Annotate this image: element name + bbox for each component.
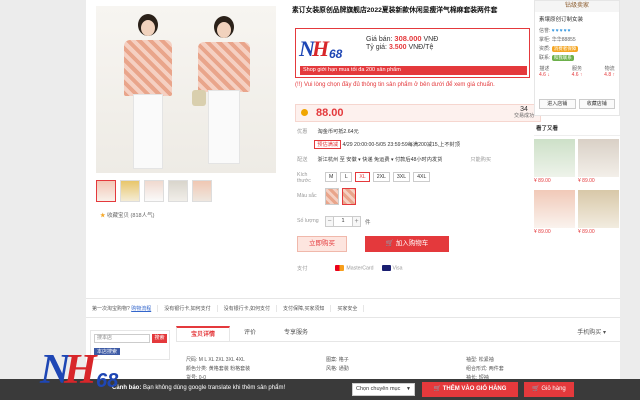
color-label: Màu sắc: [297, 193, 317, 199]
also-viewed-title: 看了又看: [534, 124, 620, 136]
also-viewed-item[interactable]: ¥ 89.00: [578, 139, 619, 187]
store-scores: 描述 4.6 ↓ 服务 4.6 ↑ 物流 4.8 ↑: [539, 66, 615, 78]
quantity-unit: 件: [365, 219, 371, 226]
thumbnail[interactable]: [168, 180, 188, 202]
size-options: M L XL 2XL 3XL 4XL: [325, 172, 431, 182]
help-link[interactable]: 买家安全: [331, 304, 365, 312]
visa-icon: Visa: [381, 265, 403, 272]
help-link[interactable]: 没有银行卡,如何支付: [218, 304, 277, 312]
color-swatch[interactable]: [325, 188, 339, 205]
price-promo-box: N H 68 Giá bán: 308.000 VNĐ Tỷ giá: 3.500 …: [295, 28, 530, 78]
shipping-row: 配送 浙江杭州 至 安徽 ▾ 快递 免运费 ▾ 付款后48小时内发货 只能购买: [297, 157, 492, 163]
buy-now-button[interactable]: 立即购买: [297, 236, 347, 252]
thumbnail[interactable]: [96, 180, 116, 202]
favorite-label: 收藏宝贝 (818人气): [107, 213, 155, 219]
also-viewed: 看了又看 ¥ 89.00 ¥ 89.00 ¥ 89.00 ¥ 89.00: [534, 124, 620, 238]
color-options: [325, 188, 356, 205]
store-panel: 钻级卖家 素壤原创订制女装 信誉: ♥♥♥♥♥ 掌柜: 华华88855 资质: …: [534, 0, 620, 116]
sold-count: 34 交易成功: [513, 106, 534, 119]
discount-row: 优惠 淘金币可抵2.64元: [297, 129, 359, 135]
size-option[interactable]: M: [325, 172, 338, 182]
size-option[interactable]: 2XL: [372, 172, 390, 182]
store-contact[interactable]: 联系: 和我联系: [535, 53, 619, 62]
store-search-input[interactable]: 搜本店: [94, 334, 150, 343]
warning-message: Cảnh báo: Bạn không dùng google translat…: [112, 385, 286, 391]
size-option-selected[interactable]: XL: [355, 172, 370, 182]
favorite-link[interactable]: ★ 收藏宝贝 (818人气): [100, 211, 154, 219]
store-credit: 信誉: ♥♥♥♥♥: [539, 28, 572, 34]
enter-store-button[interactable]: 进入店铺: [539, 99, 576, 109]
category-select[interactable]: Chọn chuyên mục ▼: [352, 383, 415, 396]
tab-services[interactable]: 专享服务: [270, 326, 322, 341]
mastercard-icon: MasterCard: [335, 265, 374, 272]
size-option[interactable]: 3XL: [392, 172, 411, 182]
thumbnail[interactable]: [192, 180, 212, 202]
tab-details[interactable]: 宝贝详情: [176, 326, 231, 341]
tab-mobile[interactable]: 手机购买 ▾: [563, 326, 620, 341]
thumbnail[interactable]: [120, 180, 140, 202]
nh68-floating-logo[interactable]: N H 68: [40, 346, 130, 400]
help-link[interactable]: 支付保障,买家须知: [277, 304, 332, 312]
store-search-button[interactable]: 搜索: [152, 334, 167, 343]
star-icon: ★: [100, 213, 108, 219]
size-label: Kích thước: [297, 172, 311, 184]
thumbnail-strip: [96, 180, 212, 202]
chevron-down-icon: ▼: [406, 386, 411, 392]
payment-row: 支付 MasterCard Visa: [297, 265, 403, 272]
presale-row: 预估满减 4/29 20:00:00-5/05 23:59:59每满200减15…: [297, 140, 460, 149]
model-right: [192, 6, 258, 173]
size-option[interactable]: L: [340, 172, 353, 182]
shopping-flow-link[interactable]: 购物流程: [131, 306, 151, 312]
model-left: [118, 6, 178, 173]
decrement-button[interactable]: −: [325, 216, 334, 227]
store-qualification: 资质: 消费者保障: [539, 46, 579, 52]
cart-icon: 🛒: [385, 240, 396, 247]
handbag: [192, 90, 206, 106]
store-keeper: 掌柜: 华华88855: [539, 37, 576, 43]
product-main-image[interactable]: [96, 6, 276, 173]
purchase-limit-banner: Shop giới hạn mua tối đa 200 sản phẩm: [300, 66, 527, 75]
increment-button[interactable]: +: [352, 216, 361, 227]
add-to-cart-vn-button[interactable]: 🛒 THÊM VÀO GIỎ HÀNG: [422, 382, 518, 397]
quantity-label: Số lượng: [297, 218, 319, 224]
exchange-rate: Tỷ giá: 3.500 VNĐ/Tệ: [366, 44, 434, 51]
store-level: 钻级卖家: [535, 1, 619, 12]
also-viewed-item[interactable]: ¥ 89.00: [534, 139, 575, 187]
add-to-cart-button[interactable]: 🛒 加入购物车: [365, 236, 449, 252]
color-swatch-selected[interactable]: [342, 188, 356, 205]
also-viewed-item[interactable]: ¥ 89.00: [534, 190, 575, 238]
quantity-stepper: − 1 + 件: [325, 216, 371, 227]
size-option[interactable]: 4XL: [413, 172, 431, 182]
heart-icon: ♥♥♥♥♥: [551, 28, 572, 34]
price-value: 88.00: [316, 107, 344, 119]
tab-reviews[interactable]: 评价: [230, 326, 270, 341]
coin-icon: [301, 109, 308, 116]
quantity-input[interactable]: 1: [334, 216, 352, 227]
also-viewed-item[interactable]: ¥ 89.00: [578, 190, 619, 238]
store-name[interactable]: 素壤原创订制女装: [535, 12, 619, 26]
price-box: 88.00 34 交易成功: [295, 104, 541, 122]
detail-tabs: 宝贝详情 评价 专享服务 手机购买 ▾: [176, 326, 620, 342]
nh68-logo: N H 68: [299, 36, 343, 61]
follow-store-button[interactable]: 收藏店铺: [578, 99, 615, 109]
help-links: 第一次淘宝购物? 购物流程 没有银行卡,如何支付 没有银行卡,如何支付 支付保障…: [86, 298, 620, 318]
help-link[interactable]: 没有银行卡,如何支付: [158, 304, 218, 312]
view-cart-button[interactable]: 🛒 Giỏ hàng: [524, 382, 574, 397]
select-options-notice: (!!) Vui lòng chọn đầy đủ thông tin sản …: [295, 82, 495, 88]
sale-price: Giá bán: 308.000 VNĐ: [366, 34, 439, 43]
thumbnail[interactable]: [144, 180, 164, 202]
cart-icon: 🛒: [433, 386, 443, 392]
product-title: 素订女装原创品牌旗舰店2022夏装新款休闲显瘦洋气棉麻套装两件套: [292, 7, 498, 14]
